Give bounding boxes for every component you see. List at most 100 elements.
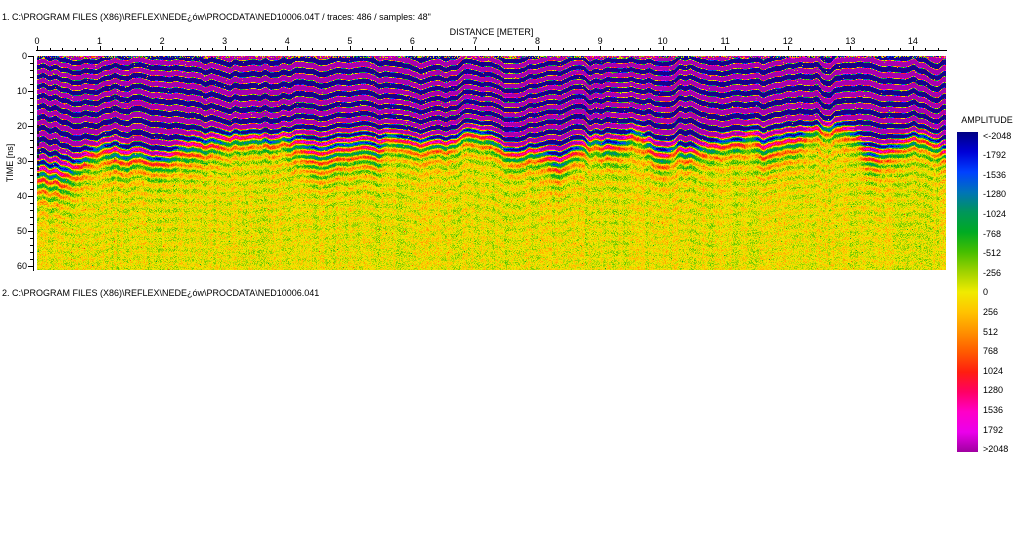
legend-value: -1792 <box>983 150 1007 161</box>
x-major-tick <box>412 46 414 50</box>
x-minor-tick <box>562 48 564 50</box>
y-major-tick <box>28 196 33 197</box>
y-minor-tick <box>30 154 33 155</box>
x-minor-tick <box>424 48 426 50</box>
x-minor-tick <box>74 48 76 50</box>
x-minor-tick <box>362 48 364 50</box>
x-minor-tick <box>199 48 201 50</box>
x-major-tick <box>37 46 38 50</box>
x-minor-tick <box>437 48 439 50</box>
reflexw-window: 1. C:\PROGRAM FILES (X86)\REFLEX\NEDE¿ów… <box>0 0 1024 555</box>
y-major-tick <box>28 126 33 127</box>
y-minor-tick <box>30 98 33 99</box>
x-minor-tick <box>625 48 627 50</box>
y-minor-tick <box>30 182 33 183</box>
legend-value: 512 <box>983 326 999 337</box>
x-major-tick <box>725 46 727 50</box>
x-tick-label: 1 <box>97 36 103 46</box>
y-tick-label: 30 <box>16 156 27 166</box>
x-minor-tick <box>324 48 326 50</box>
generated-axis-elements: 0 1 2 3 4 5 6 7 8 9 10 11 12 13 14 0 10 20 30 40 50 60 <-2048-… <box>0 0 1024 555</box>
x-minor-tick <box>812 48 814 50</box>
x-major-tick <box>600 46 602 50</box>
y-minor-tick <box>30 217 33 218</box>
x-tick-label: 11 <box>720 36 730 46</box>
x-minor-tick <box>875 48 877 50</box>
x-minor-tick <box>237 48 239 50</box>
x-minor-tick <box>462 48 464 50</box>
y-tick-label: 20 <box>16 121 27 131</box>
y-minor-tick <box>30 252 33 253</box>
x-minor-tick <box>299 48 301 50</box>
y-minor-tick <box>30 168 33 169</box>
x-tick-label: 0 <box>34 36 40 46</box>
x-minor-tick <box>637 48 639 50</box>
y-minor-tick <box>30 203 33 204</box>
y-minor-tick <box>30 84 33 85</box>
x-tick-label: 5 <box>347 36 353 46</box>
x-minor-tick <box>149 48 151 50</box>
x-minor-tick <box>612 48 614 50</box>
x-major-tick <box>662 46 664 50</box>
x-minor-tick <box>887 48 889 50</box>
legend-value: <-2048 <box>983 130 1012 141</box>
y-minor-tick <box>30 238 33 239</box>
x-minor-tick <box>124 48 126 50</box>
x-minor-tick <box>575 48 577 50</box>
x-minor-tick <box>862 48 864 50</box>
x-minor-tick <box>399 48 401 50</box>
x-minor-tick <box>249 48 251 50</box>
x-major-tick <box>224 46 226 50</box>
x-minor-tick <box>487 48 489 50</box>
y-minor-tick <box>30 105 33 106</box>
x-major-tick <box>287 46 289 50</box>
y-tick-label: 60 <box>16 261 27 271</box>
x-minor-tick <box>512 48 514 50</box>
y-minor-tick <box>30 119 33 120</box>
x-tick-label: 8 <box>535 36 541 46</box>
x-tick-label: 7 <box>472 36 478 46</box>
y-major-tick <box>28 266 33 267</box>
x-minor-tick <box>712 48 714 50</box>
y-minor-tick <box>30 189 33 190</box>
x-minor-tick <box>687 48 689 50</box>
y-minor-tick <box>30 147 33 148</box>
legend-value: -1536 <box>983 169 1007 180</box>
y-minor-tick <box>30 259 33 260</box>
legend-value: -1024 <box>983 208 1007 219</box>
y-minor-tick <box>30 63 33 64</box>
y-minor-tick <box>30 245 33 246</box>
x-minor-tick <box>775 48 777 50</box>
x-minor-tick <box>62 48 63 50</box>
x-minor-tick <box>449 48 451 50</box>
x-tick-label: 14 <box>907 36 918 46</box>
x-minor-tick <box>374 48 376 50</box>
y-minor-tick <box>30 224 33 225</box>
y-minor-tick <box>30 210 33 211</box>
x-minor-tick <box>212 48 214 50</box>
x-minor-tick <box>750 48 752 50</box>
y-minor-tick <box>30 175 33 176</box>
x-minor-tick <box>525 48 526 50</box>
y-major-tick <box>28 161 33 162</box>
x-minor-tick <box>87 48 89 50</box>
y-tick-label: 10 <box>16 86 27 96</box>
y-minor-tick <box>30 140 33 141</box>
legend-value: -1280 <box>983 189 1007 200</box>
legend-value: 1536 <box>983 404 1004 415</box>
x-minor-tick <box>550 48 551 50</box>
y-minor-tick <box>30 77 33 78</box>
x-minor-tick <box>187 48 189 50</box>
x-minor-tick <box>837 48 839 50</box>
x-minor-tick <box>900 48 902 50</box>
x-major-tick <box>474 46 476 50</box>
y-major-tick <box>28 231 33 232</box>
x-minor-tick <box>274 48 276 50</box>
legend-value: 1280 <box>983 385 1004 396</box>
x-minor-tick <box>174 48 176 50</box>
x-minor-tick <box>825 48 827 50</box>
legend-value: 1024 <box>983 365 1004 376</box>
y-major-tick <box>28 56 33 57</box>
x-minor-tick <box>675 48 677 50</box>
x-minor-tick <box>112 48 114 50</box>
